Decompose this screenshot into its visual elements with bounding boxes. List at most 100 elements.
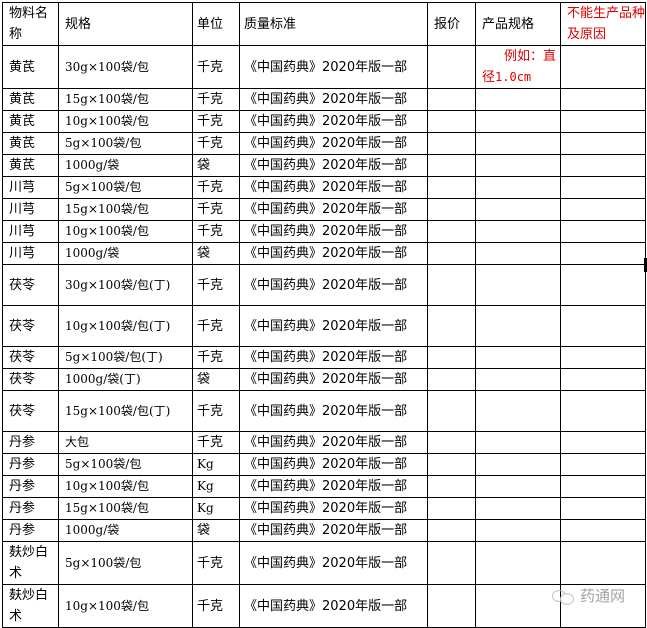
cell-price[interactable] — [427, 154, 476, 177]
cell-reason[interactable] — [560, 346, 646, 369]
cell-spec: 5g×100袋/包 — [58, 453, 193, 476]
cell-reason[interactable] — [560, 368, 646, 391]
cell-price[interactable] — [427, 110, 476, 133]
cell-reason[interactable] — [560, 453, 646, 476]
cell-price[interactable] — [427, 198, 476, 221]
cell-product-spec[interactable] — [475, 198, 561, 221]
cell-standard: 《中国药典》2020年版一部 — [239, 154, 428, 177]
table-row: 茯苓 1000g/袋(丁) 袋《中国药典》2020年版一部 — [2, 368, 646, 391]
cell-product-spec[interactable] — [475, 368, 561, 391]
cell-product-spec[interactable] — [475, 497, 561, 520]
cell-price[interactable] — [427, 368, 476, 391]
cell-price[interactable] — [427, 88, 476, 111]
table-row: 茯苓 5g×100袋/包(丁) 千克 《中国药典》2020年版一部 — [2, 346, 646, 369]
cell-reason[interactable] — [560, 475, 646, 498]
cell-product-spec[interactable] — [475, 453, 561, 476]
cell-reason[interactable] — [560, 45, 646, 89]
table-container: 物料名称 规格 单位 质量标准 报价 产品规格 不能生产品种及原因 黄芪 30g×… — [2, 2, 646, 628]
cell-name: 川芎 — [2, 242, 59, 265]
cell-spec: 30g×100袋/包(丁) — [58, 264, 193, 306]
cell-unit: 袋 — [192, 154, 240, 177]
cell-price[interactable] — [427, 497, 476, 520]
cell-price[interactable] — [427, 264, 476, 306]
cell-name: 丹参 — [2, 497, 59, 520]
cell-reason[interactable] — [560, 305, 646, 347]
header-standard: 质量标准 — [239, 2, 428, 46]
cell-product-spec[interactable] — [475, 390, 561, 432]
cell-reason[interactable] — [560, 198, 646, 221]
cell-price[interactable] — [427, 541, 476, 585]
cell-name: 丹参 — [2, 519, 59, 542]
cell-price[interactable] — [427, 176, 476, 199]
cell-price[interactable] — [427, 390, 476, 432]
cell-price[interactable] — [427, 431, 476, 454]
cell-standard: 《中国药典》2020年版一部 — [239, 305, 428, 347]
cell-product-spec[interactable] — [475, 541, 561, 585]
cell-price[interactable] — [427, 305, 476, 347]
cell-standard: 《中国药典》2020年版一部 — [239, 198, 428, 221]
cell-unit: Kg — [192, 453, 240, 476]
cell-product-spec[interactable] — [475, 154, 561, 177]
cell-unit: 千克 — [192, 431, 240, 454]
table-row: 川芎 15g×100袋/包 千克 《中国药典》2020年版一部 — [2, 198, 646, 221]
cell-reason[interactable] — [560, 176, 646, 199]
cell-price[interactable] — [427, 519, 476, 542]
cell-standard: 《中国药典》2020年版一部 — [239, 346, 428, 369]
cell-price[interactable] — [427, 45, 476, 89]
cell-name: 茯苓 — [2, 305, 59, 347]
cell-reason[interactable] — [560, 132, 646, 155]
cell-reason[interactable] — [560, 88, 646, 111]
cell-reason[interactable] — [560, 390, 646, 432]
cell-reason[interactable] — [560, 497, 646, 520]
cell-product-spec[interactable] — [475, 132, 561, 155]
cell-price[interactable] — [427, 132, 476, 155]
cell-product-spec[interactable] — [475, 584, 561, 628]
cell-product-spec[interactable] — [475, 88, 561, 111]
cell-unit: 千克 — [192, 346, 240, 369]
cell-spec: 1000g/袋(丁) — [58, 368, 193, 391]
cell-product-spec[interactable] — [475, 519, 561, 542]
cell-reason[interactable] — [560, 519, 646, 542]
cell-price[interactable] — [427, 453, 476, 476]
cell-reason[interactable] — [560, 541, 646, 585]
table-row: 丹参 1000g/袋袋《中国药典》2020年版一部 — [2, 519, 646, 542]
cell-name: 丹参 — [2, 453, 59, 476]
cell-product-spec[interactable] — [475, 346, 561, 369]
cell-name: 川芎 — [2, 198, 59, 221]
cell-spec: 15g×100袋/包 — [58, 198, 193, 221]
cell-price[interactable] — [427, 475, 476, 498]
cell-name: 黄芪 — [2, 88, 59, 111]
cell-product-spec[interactable] — [475, 110, 561, 133]
cell-unit: Kg — [192, 497, 240, 520]
cell-price[interactable] — [427, 242, 476, 265]
cell-reason[interactable] — [560, 220, 646, 243]
cell-unit: 袋 — [192, 368, 240, 391]
cell-price[interactable] — [427, 220, 476, 243]
cell-product-spec[interactable] — [475, 242, 561, 265]
cell-standard: 《中国药典》2020年版一部 — [239, 453, 428, 476]
cell-product-spec[interactable] — [475, 176, 561, 199]
cell-unit: 千克 — [192, 584, 240, 628]
procurement-table: 物料名称 规格 单位 质量标准 报价 产品规格 不能生产品种及原因 黄芪 30g×… — [2, 2, 646, 628]
cell-spec: 15g×100袋/包 — [58, 497, 193, 520]
cell-product-spec[interactable] — [475, 305, 561, 347]
cell-reason[interactable] — [560, 264, 646, 306]
cell-product-spec[interactable] — [475, 264, 561, 306]
cell-price[interactable] — [427, 346, 476, 369]
cell-reason[interactable] — [560, 431, 646, 454]
cell-reason[interactable] — [560, 242, 646, 265]
cell-product-spec[interactable] — [475, 475, 561, 498]
cell-product-spec[interactable] — [475, 220, 561, 243]
cell-standard: 《中国药典》2020年版一部 — [239, 132, 428, 155]
cell-product-spec[interactable]: 例如：直 径1.0cm — [475, 45, 561, 89]
example-note-line2: 径1.0cm — [482, 67, 560, 88]
cell-reason[interactable] — [560, 154, 646, 177]
cell-unit: 千克 — [192, 220, 240, 243]
cell-price[interactable] — [427, 584, 476, 628]
cell-spec: 10g×100袋/包 — [58, 475, 193, 498]
cell-standard: 《中国药典》2020年版一部 — [239, 431, 428, 454]
cell-reason[interactable] — [560, 110, 646, 133]
cell-product-spec[interactable] — [475, 431, 561, 454]
cell-unit: 千克 — [192, 45, 240, 89]
cell-spec: 大包 — [58, 431, 193, 454]
